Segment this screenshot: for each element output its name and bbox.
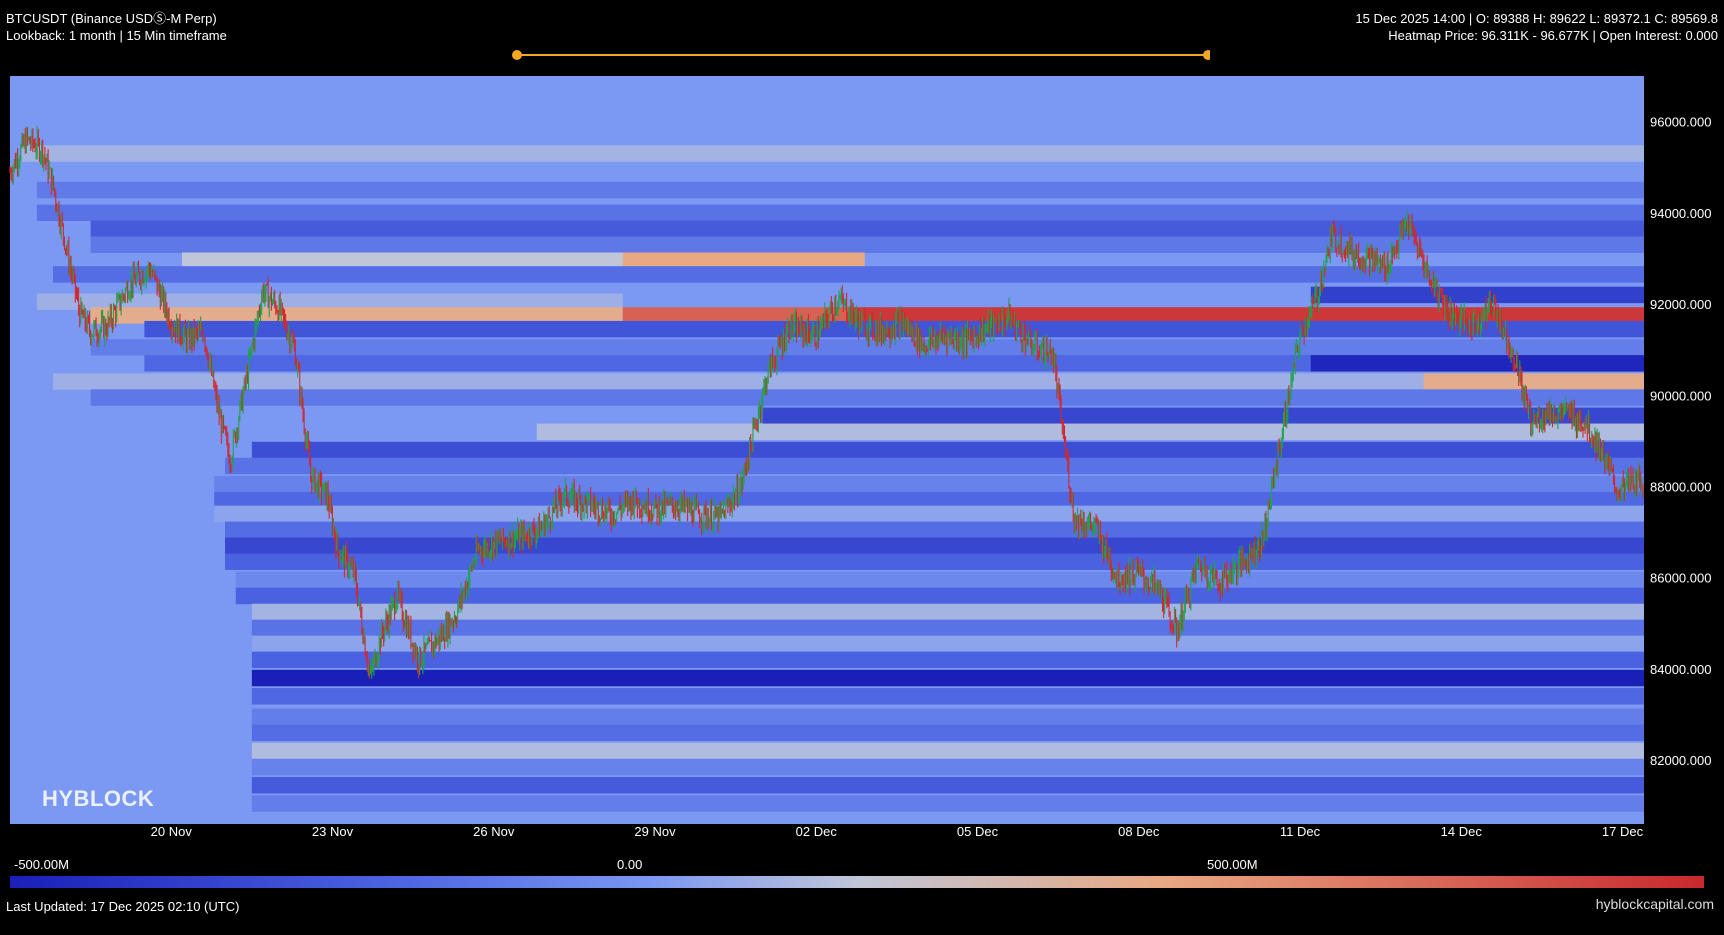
heatmap-band	[225, 521, 1644, 539]
heatmap-chart[interactable]: 96000.000 94000.000 92000.000 90000.000 8800…	[0, 0, 1724, 850]
heatmap-band	[225, 457, 1644, 475]
x-tick-label: 14 Dec	[1441, 824, 1483, 839]
heatmap-band	[235, 587, 1644, 605]
colorbar	[10, 876, 1704, 888]
heatmap-band	[1310, 286, 1644, 304]
x-tick-label: 26 Nov	[473, 824, 515, 839]
last-updated: Last Updated: 17 Dec 2025 02:10 (UTC)	[6, 899, 240, 914]
heatmap-band	[90, 236, 1644, 253]
heatmap-band	[251, 651, 1644, 669]
heatmap-band	[53, 373, 1644, 390]
heatmap-band	[536, 423, 1644, 440]
heatmap-band	[251, 708, 1644, 726]
x-tick-label: 23 Nov	[312, 824, 354, 839]
y-tick-label: 86000.000	[1650, 571, 1711, 586]
y-tick-label: 94000.000	[1650, 206, 1711, 221]
heatmap-band	[225, 537, 1644, 554]
heatmap-band	[225, 553, 1644, 570]
heatmap-band	[90, 339, 1644, 356]
y-tick-label: 82000.000	[1650, 753, 1711, 768]
heatmap-band	[251, 619, 1644, 637]
y-tick-label: 84000.000	[1650, 662, 1711, 677]
x-tick-label: 02 Dec	[796, 824, 838, 839]
colorbar-max-label: 500.00M	[1207, 857, 1258, 872]
heatmap-band	[235, 571, 1644, 589]
heatmap-band	[36, 181, 1644, 199]
heatmap-band	[251, 688, 1644, 705]
y-axis: 96000.000 94000.000 92000.000 90000.000 8800…	[1650, 115, 1711, 769]
y-tick-label: 92000.000	[1650, 297, 1711, 312]
heatmap-band	[1423, 373, 1644, 390]
heatmap-band	[251, 758, 1644, 776]
heatmap-band	[90, 389, 1644, 406]
x-tick-label: 08 Dec	[1118, 824, 1160, 839]
heatmap-band	[251, 635, 1644, 653]
heatmap-band	[251, 795, 1644, 812]
hyblock-watermark: HYBLOCK	[42, 786, 155, 811]
y-tick-label: 90000.000	[1650, 388, 1711, 403]
heatmap-band	[1310, 355, 1644, 372]
x-tick-label: 29 Nov	[634, 824, 676, 839]
x-tick-label: 20 Nov	[151, 824, 193, 839]
x-tick-label: 05 Dec	[957, 824, 999, 839]
heatmap-band	[251, 742, 1644, 760]
heatmap-band	[251, 724, 1644, 741]
heatmap-band	[53, 266, 1644, 283]
colorbar-mid-label: 0.00	[617, 857, 643, 872]
x-tick-label: 11 Dec	[1280, 824, 1321, 839]
plot-area	[9, 76, 1644, 824]
heatmap-band	[251, 669, 1644, 687]
heatmap-band	[214, 505, 1644, 523]
y-tick-label: 96000.000	[1650, 115, 1711, 130]
heatmap-band	[251, 777, 1644, 794]
heatmap-band	[762, 407, 1644, 425]
credit-link[interactable]: hyblockcapital.com	[1596, 896, 1714, 912]
y-tick-label: 88000.000	[1650, 479, 1711, 494]
colorbar-min-label: -500.00M	[14, 857, 69, 872]
x-axis: 20 Nov 23 Nov 26 Nov 29 Nov 02 Dec 05 Dec 08 D…	[151, 824, 1644, 839]
x-tick-label: 17 Dec	[1602, 824, 1644, 839]
heatmap-band	[20, 145, 1644, 162]
heatmap-band	[251, 441, 1644, 459]
heatmap-band	[214, 475, 1644, 493]
